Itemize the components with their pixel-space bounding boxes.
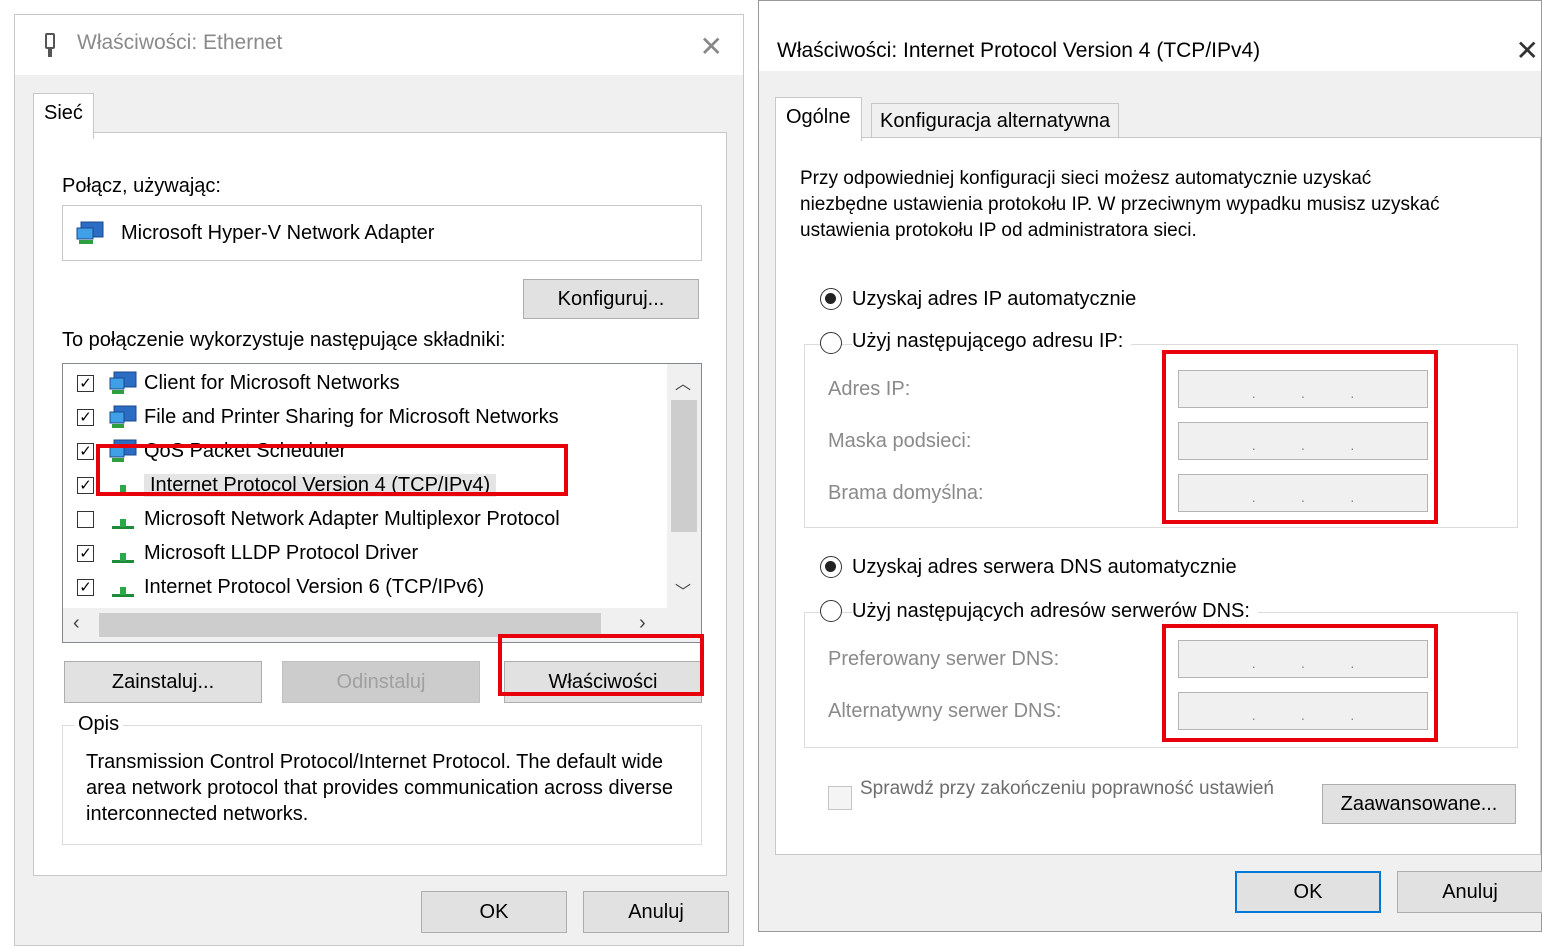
scrollbar-thumb[interactable]	[671, 400, 697, 532]
title-bar: Właściwości: Ethernet ✕	[15, 15, 743, 75]
tab-general[interactable]: Ogólne	[775, 97, 862, 141]
ip-auto-label[interactable]: Uzyskaj adres IP automatycznie	[852, 288, 1136, 311]
preferred-dns-label: Preferowany serwer DNS:	[828, 648, 1060, 670]
components-list: ✓ Client for Microsoft Networks ✓ File and …	[62, 363, 702, 643]
intro-text: Przy odpowiedniej konfiguracji sieci moż…	[800, 168, 1440, 241]
dns-auto-label[interactable]: Uzyskaj adres serwera DNS automatycznie	[852, 556, 1237, 579]
component-list-item[interactable]: ✓ Client for Microsoft Networks	[77, 368, 400, 398]
dns-manual-label[interactable]: Użyj następujących adresów serwerów DNS:	[852, 600, 1258, 623]
ipv4-properties-dialog: Właściwości: Internet Protocol Version 4…	[758, 0, 1542, 932]
component-checkbox[interactable]	[77, 510, 94, 528]
ok-button[interactable]: OK	[1235, 871, 1381, 913]
component-label: Microsoft Network Adapter Multiplexor Pr…	[144, 507, 560, 530]
component-label: QoS Packet Scheduler	[144, 439, 347, 462]
general-tab-panel: Przy odpowiedniej konfiguracji sieci moż…	[775, 137, 1541, 855]
preferred-dns-field[interactable]: ...	[1178, 640, 1428, 678]
vertical-scrollbar[interactable]: ︿ ﹀	[667, 364, 701, 608]
dns-manual-radio[interactable]	[820, 600, 842, 622]
ip-address-field[interactable]: ...	[1178, 370, 1428, 408]
network-share-icon	[109, 405, 137, 428]
window-title: Właściwości: Ethernet	[77, 31, 283, 54]
subnet-mask-field[interactable]: ...	[1178, 422, 1428, 460]
component-list-item[interactable]: ✓ QoS Packet Scheduler	[77, 436, 346, 466]
network-protocol-icon	[112, 553, 134, 563]
component-list-item[interactable]: ✓ Microsoft LLDP Protocol Driver	[77, 538, 418, 568]
network-adapter-icon	[45, 33, 55, 57]
cancel-button[interactable]: Anuluj	[583, 891, 729, 933]
component-list-item[interactable]: ✓ Internet Protocol Version 4 (TCP/IPv4)	[77, 470, 497, 500]
component-label: Internet Protocol Version 6 (TCP/IPv6)	[144, 575, 485, 598]
connect-using-label: Połącz, używając:	[62, 175, 221, 197]
chevron-left-icon[interactable]: ‹	[73, 612, 80, 635]
h-scrollbar-thumb[interactable]	[99, 613, 601, 637]
ip-manual-radio[interactable]	[820, 332, 842, 354]
component-list-item[interactable]: ✓ File and Printer Sharing for Microsoft …	[77, 402, 559, 432]
network-protocol-icon	[112, 587, 134, 597]
component-checkbox[interactable]: ✓	[77, 578, 94, 596]
component-list-item[interactable]: Microsoft Network Adapter Multiplexor Pr…	[77, 504, 560, 534]
component-checkbox[interactable]: ✓	[77, 544, 94, 562]
subnet-mask-label: Maska podsieci:	[828, 430, 972, 452]
component-label: Microsoft LLDP Protocol Driver	[144, 541, 419, 564]
close-icon[interactable]: ✕	[1516, 37, 1539, 65]
validate-checkbox[interactable]	[828, 786, 852, 810]
network-tab-panel: Połącz, używając: Microsoft Hyper-V Netw…	[33, 132, 727, 876]
horizontal-scrollbar[interactable]: ‹ ›	[63, 608, 669, 642]
ip-auto-radio[interactable]	[820, 288, 842, 310]
description-legend: Opis	[74, 713, 124, 736]
properties-button[interactable]: Właściwości	[504, 661, 702, 703]
ip-address-label: Adres IP:	[828, 378, 911, 400]
chevron-down-icon[interactable]: ﹀	[675, 578, 691, 602]
network-protocol-icon	[112, 519, 134, 529]
default-gateway-label: Brama domyślna:	[828, 482, 984, 504]
component-list-item[interactable]: ✓ Internet Protocol Version 6 (TCP/IPv6)	[77, 572, 484, 602]
network-service-icon	[109, 439, 137, 462]
close-icon[interactable]: ✕	[700, 33, 723, 61]
component-label: File and Printer Sharing for Microsoft N…	[144, 405, 559, 428]
alternate-dns-label: Alternatywny serwer DNS:	[828, 700, 1062, 722]
tab-alternate-config[interactable]: Konfiguracja alternatywna	[871, 103, 1120, 139]
component-checkbox[interactable]: ✓	[77, 408, 94, 426]
install-button[interactable]: Zainstaluj...	[64, 661, 262, 703]
components-label: To połączenie wykorzystuje następujące s…	[62, 329, 506, 351]
ethernet-properties-dialog: Właściwości: Ethernet ✕ Sieć Połącz, uży…	[14, 14, 744, 946]
component-checkbox[interactable]: ✓	[77, 442, 94, 460]
chevron-right-icon[interactable]: ›	[639, 612, 646, 635]
window-title: Właściwości: Internet Protocol Version 4…	[777, 39, 1261, 62]
component-label: Internet Protocol Version 4 (TCP/IPv4)	[144, 473, 497, 497]
alternate-dns-field[interactable]: ...	[1178, 692, 1428, 730]
adapter-name: Microsoft Hyper-V Network Adapter	[121, 221, 435, 244]
adapter-box: Microsoft Hyper-V Network Adapter	[62, 205, 702, 261]
component-label: Client for Microsoft Networks	[144, 371, 400, 394]
tab-network[interactable]: Sieć	[33, 93, 94, 139]
validate-label[interactable]: Sprawdź przy zakończeniu poprawność usta…	[860, 776, 1280, 801]
network-adapter-icon	[76, 221, 104, 244]
dns-auto-radio[interactable]	[820, 556, 842, 578]
cancel-button[interactable]: Anuluj	[1397, 871, 1542, 913]
default-gateway-field[interactable]: ...	[1178, 474, 1428, 512]
ok-button[interactable]: OK	[421, 891, 567, 933]
advanced-button[interactable]: Zaawansowane...	[1322, 784, 1516, 824]
uninstall-button[interactable]: Odinstaluj	[282, 661, 480, 703]
ip-manual-label[interactable]: Użyj następującego adresu IP:	[852, 330, 1132, 353]
component-checkbox[interactable]: ✓	[77, 476, 94, 494]
network-client-icon	[109, 371, 137, 394]
network-protocol-icon	[112, 485, 134, 495]
description-text: Transmission Control Protocol/Internet P…	[86, 751, 673, 825]
component-checkbox[interactable]: ✓	[77, 374, 94, 392]
chevron-up-icon[interactable]: ︿	[675, 370, 691, 394]
configure-button[interactable]: Konfiguruj...	[523, 279, 699, 319]
title-bar: Właściwości: Internet Protocol Version 4…	[759, 1, 1541, 71]
